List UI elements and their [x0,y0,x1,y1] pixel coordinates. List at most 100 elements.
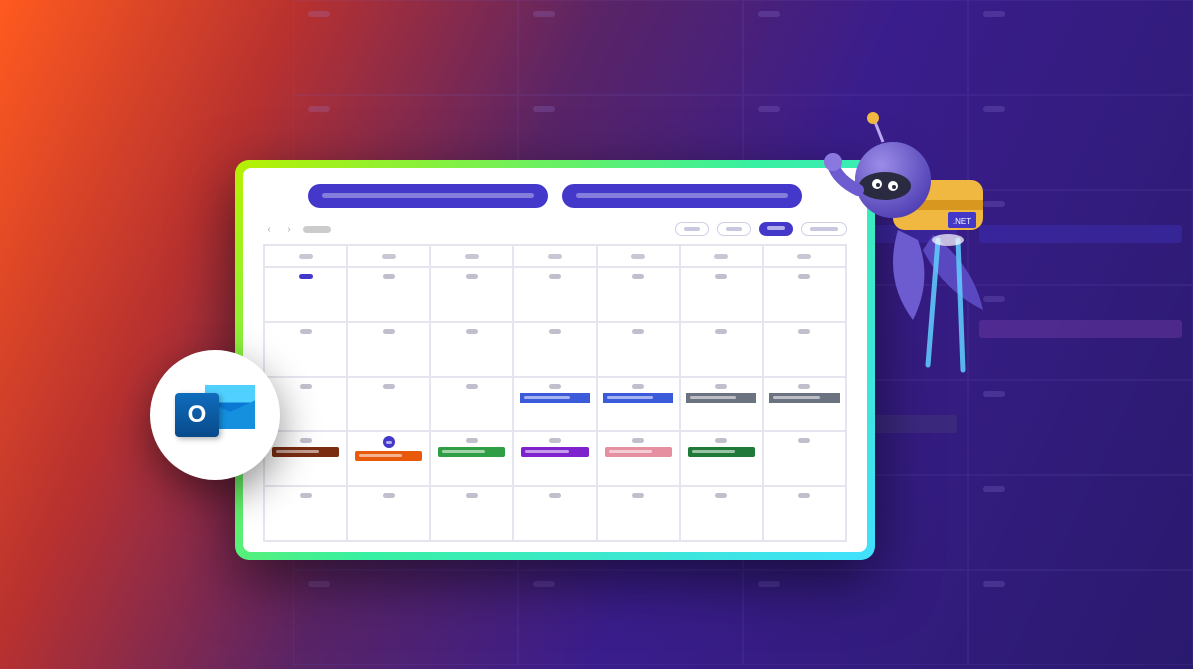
calendar-cell[interactable] [430,431,513,486]
calendar-event[interactable] [686,393,756,403]
date-chip [632,493,644,498]
calendar-event[interactable] [355,451,422,461]
calendar-cell[interactable] [347,377,430,432]
bg-cell [968,190,1193,285]
calendar-cell[interactable] [513,267,596,322]
date-chip [632,274,644,279]
calendar-toolbar: ‹ › [263,222,847,236]
header-pill-1[interactable] [308,184,548,208]
calendar-cell[interactable] [264,431,347,486]
date-chip [632,438,644,443]
date-chip [715,329,727,334]
view-button-4[interactable] [801,222,847,236]
view-button-1[interactable] [675,222,709,236]
calendar-event[interactable] [605,447,672,457]
date-chip [299,274,313,279]
bg-cell [968,570,1193,665]
bg-cell [968,475,1193,570]
date-chip [466,329,478,334]
calendar-event[interactable] [438,447,505,457]
date-chip [300,384,312,389]
bg-cell [968,95,1193,190]
date-chip [549,493,561,498]
date-chip [466,493,478,498]
date-chip [798,438,810,443]
calendar-cell[interactable] [680,377,763,432]
today-indicator [383,436,395,448]
bg-cell [968,380,1193,475]
date-chip [383,493,395,498]
bg-cell [968,0,1193,95]
calendar-cell[interactable] [264,322,347,377]
day-header [763,245,846,267]
calendar-event[interactable] [769,393,839,403]
calendar-event[interactable] [520,393,590,403]
calendar-cell[interactable] [680,486,763,541]
day-header [513,245,596,267]
date-chip [549,329,561,334]
calendar-event[interactable] [603,393,673,403]
calendar-cell[interactable] [347,431,430,486]
date-chip [300,438,312,443]
bg-cell [518,570,743,665]
calendar-event[interactable] [272,447,339,457]
calendar-cell[interactable] [513,486,596,541]
calendar-cell[interactable] [597,486,680,541]
calendar-cell[interactable] [597,322,680,377]
day-header [347,245,430,267]
calendar-cell[interactable] [347,322,430,377]
calendar-event[interactable] [688,447,755,457]
calendar-cell[interactable] [264,486,347,541]
calendar-cell[interactable] [680,431,763,486]
calendar-cell[interactable] [430,322,513,377]
calendar-card: ‹ › [243,168,867,552]
calendar-cell[interactable] [347,486,430,541]
calendar-cell[interactable] [597,377,680,432]
calendar-cell[interactable] [763,267,846,322]
calendar-cell[interactable] [430,377,513,432]
date-chip [383,384,395,389]
calendar-cell[interactable] [264,267,347,322]
date-chip [715,493,727,498]
calendar-cell[interactable] [763,431,846,486]
calendar-cell[interactable] [513,377,596,432]
day-header [597,245,680,267]
date-chip [300,329,312,334]
calendar-cell[interactable] [430,486,513,541]
bg-cell [743,570,968,665]
date-chip [798,329,810,334]
date-chip [383,329,395,334]
date-chip [383,274,395,279]
date-chip [798,384,810,389]
calendar-cell[interactable] [513,431,596,486]
calendar-cell[interactable] [347,267,430,322]
calendar-cell[interactable] [680,322,763,377]
header-pill-2[interactable] [562,184,802,208]
calendar-event[interactable] [521,447,588,457]
calendar-cell[interactable] [430,267,513,322]
date-chip [632,384,644,389]
calendar-cell[interactable] [680,267,763,322]
calendar-cell[interactable] [513,322,596,377]
calendar-cell[interactable] [597,267,680,322]
view-button-3-active[interactable] [759,222,793,236]
header-pill-row [263,184,847,208]
calendar-cell[interactable] [763,486,846,541]
date-chip [466,274,478,279]
stage: ‹ › O .NET [0,0,1193,669]
nav-prev-icon[interactable]: ‹ [263,223,275,235]
calendar-cell[interactable] [763,322,846,377]
date-chip [549,438,561,443]
nav-next-icon[interactable]: › [283,223,295,235]
bg-cell [743,0,968,95]
calendar-cell[interactable] [763,377,846,432]
bg-cell [518,0,743,95]
bg-cell [293,0,518,95]
date-chip [798,493,810,498]
outlook-icon: O [175,379,255,451]
toolbar-title-chip [303,226,331,233]
calendar-cell[interactable] [597,431,680,486]
view-button-2[interactable] [717,222,751,236]
day-header [264,245,347,267]
date-chip [549,274,561,279]
